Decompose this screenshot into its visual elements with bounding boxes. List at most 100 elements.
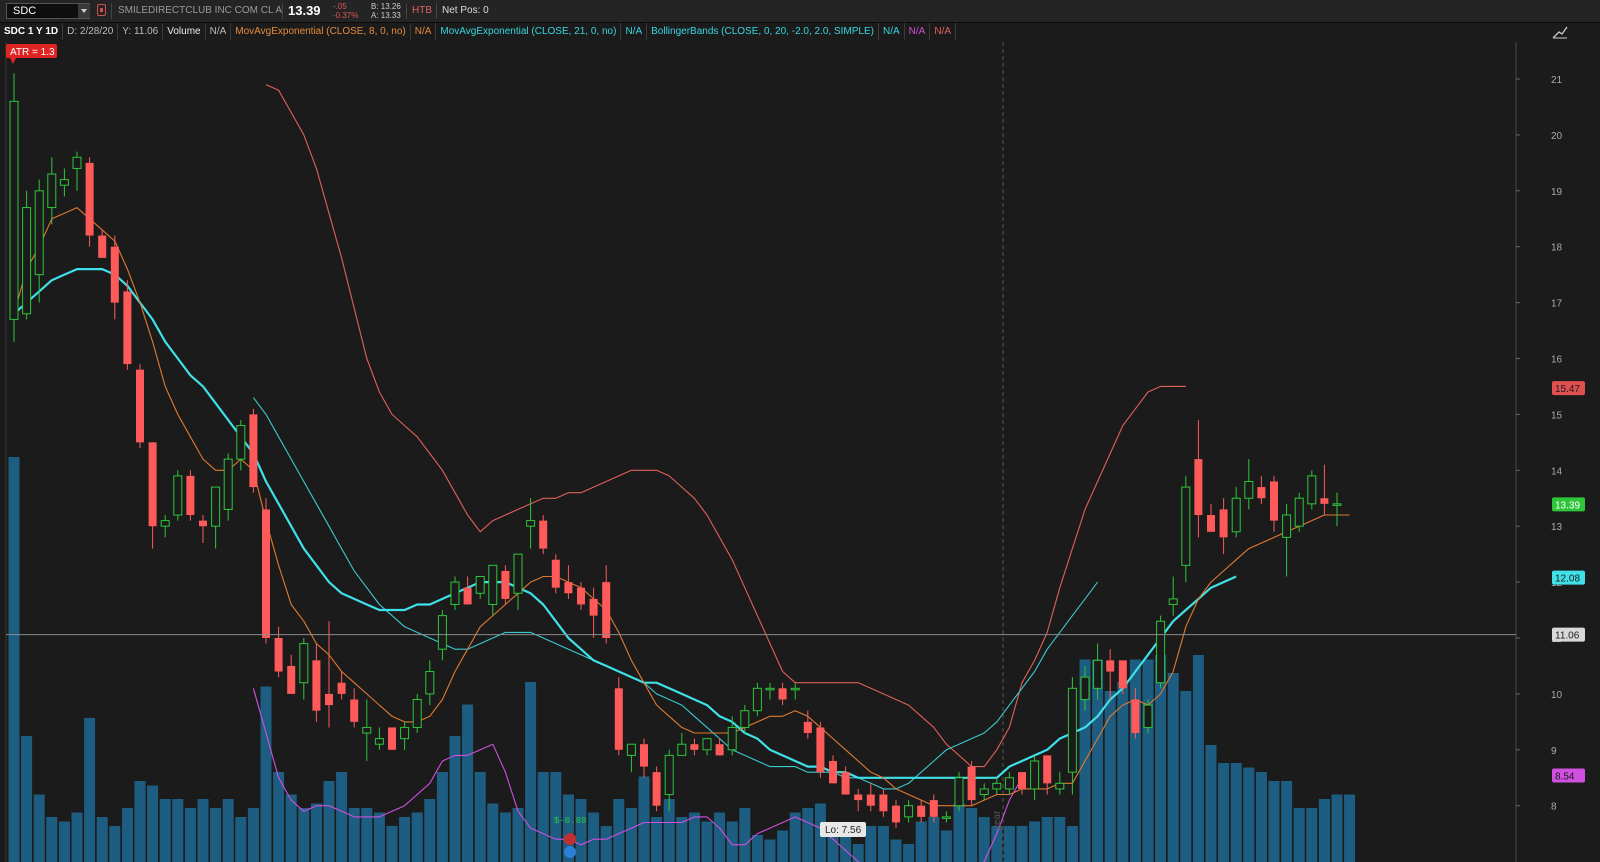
volume-bar xyxy=(588,812,600,862)
candle-body xyxy=(148,442,157,527)
volume-bar xyxy=(1306,808,1318,862)
volume-bar xyxy=(1180,691,1192,862)
candle-body xyxy=(1067,687,1077,773)
axis-tick-label: 13 xyxy=(1551,522,1563,533)
volume-bar xyxy=(751,835,763,862)
atr-label: ATR = 1.3 xyxy=(6,44,57,64)
candle-body xyxy=(501,570,510,599)
volume-bar xyxy=(285,794,297,862)
candle-body xyxy=(1282,514,1292,538)
candle-body xyxy=(136,369,144,443)
candle-body xyxy=(640,744,648,767)
candle-body xyxy=(110,246,119,303)
candle-body xyxy=(450,581,460,605)
volume-bar xyxy=(386,826,398,862)
candle-body xyxy=(1244,480,1254,499)
candle-body xyxy=(577,587,585,605)
candle-body xyxy=(829,760,837,784)
candle-body xyxy=(1257,487,1266,499)
axis-tick-label: 14 xyxy=(1551,466,1563,477)
candle-body xyxy=(1219,509,1228,538)
candle-body xyxy=(803,721,812,734)
price-chart[interactable]: ATR = 1.3 Lo: 7.56 $-0.89 year 21 20 19 18 17 16… xyxy=(0,0,1600,862)
volume-bar xyxy=(361,808,373,862)
volume-bar xyxy=(676,817,688,862)
volume-bar xyxy=(701,821,713,862)
candle-body xyxy=(388,727,396,750)
volume-bar xyxy=(1293,808,1305,862)
candle-body xyxy=(1118,660,1127,689)
axis-tick-label: 21 xyxy=(1551,75,1563,86)
volume-bar xyxy=(260,686,272,862)
candle-body xyxy=(1168,598,1178,605)
volume-bar xyxy=(1041,817,1053,862)
candle-body xyxy=(727,726,737,751)
volume-bar xyxy=(159,799,171,862)
candle-body xyxy=(602,582,611,638)
candle-body xyxy=(626,743,636,756)
candle-body xyxy=(954,777,964,807)
dividend-label: $-0.89 xyxy=(554,816,586,826)
volume-bar xyxy=(991,826,1003,862)
candle-body xyxy=(1231,497,1241,533)
bb-upper-line xyxy=(265,84,1186,768)
axis-tick-label: 10 xyxy=(1551,690,1563,701)
volume-bar xyxy=(1218,763,1230,862)
candle-body xyxy=(1131,699,1140,734)
candle-body xyxy=(841,772,850,795)
volume-bar xyxy=(940,830,952,862)
low-text: Lo: 7.56 xyxy=(825,825,862,836)
candle-body xyxy=(236,425,246,460)
candle-body xyxy=(463,587,472,605)
candle-body xyxy=(312,660,321,711)
volume-bar xyxy=(298,808,310,862)
volume-bar xyxy=(46,817,58,862)
candle-body xyxy=(564,582,573,594)
volume-bar xyxy=(462,704,474,862)
volume-bar xyxy=(525,682,537,862)
axis-tick-label: 19 xyxy=(1551,187,1563,198)
volume-bar xyxy=(1331,794,1343,862)
candle-body xyxy=(1156,620,1166,684)
volume-bar xyxy=(865,826,877,862)
candle-body xyxy=(211,486,221,527)
ema21-tag: 12.08 xyxy=(1552,570,1585,585)
volume-bar xyxy=(184,808,196,862)
event-icon xyxy=(564,833,576,845)
candle-body xyxy=(892,805,900,823)
axis-tick-label: 18 xyxy=(1551,243,1563,254)
candle-body xyxy=(274,638,283,672)
candle-body xyxy=(1143,704,1153,728)
candle-body xyxy=(879,794,888,812)
candle-body xyxy=(752,687,762,712)
candle-body xyxy=(199,520,207,527)
candle-body xyxy=(325,693,333,706)
volume-bar xyxy=(1066,826,1078,862)
candle-body xyxy=(59,179,69,186)
volume-bar xyxy=(613,799,625,862)
candle-body xyxy=(1332,503,1342,506)
volume-bar xyxy=(852,844,864,862)
volume-bar xyxy=(953,803,965,862)
axis-tick-label: 8 xyxy=(1551,802,1557,813)
candle-body xyxy=(992,782,1002,790)
candle-body xyxy=(1181,486,1191,566)
volume-bar xyxy=(8,457,20,862)
candle-body xyxy=(917,805,926,817)
candle-body xyxy=(652,772,661,806)
volume-bar xyxy=(1054,817,1066,862)
volume-bar xyxy=(310,803,322,862)
volume-bar xyxy=(764,839,776,862)
candle-body xyxy=(160,520,170,527)
volume-bar xyxy=(726,821,738,862)
volume-bar xyxy=(739,808,751,862)
volume-bar xyxy=(399,817,411,862)
candle-body xyxy=(1043,755,1052,784)
volume-bar xyxy=(134,781,146,862)
candle-body xyxy=(677,743,687,756)
candle-body xyxy=(816,727,825,773)
candle-body xyxy=(123,291,132,365)
volume-bar xyxy=(890,839,902,862)
upper-band-tag-text: 15.47 xyxy=(1555,384,1580,395)
volume-bar xyxy=(537,772,549,862)
